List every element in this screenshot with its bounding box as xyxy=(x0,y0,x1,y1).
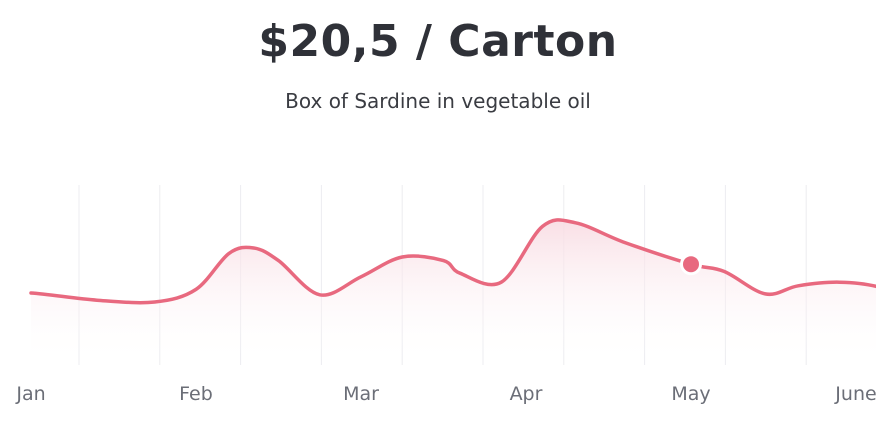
x-tick-label: June xyxy=(834,383,876,405)
x-tick-label: Apr xyxy=(510,383,543,405)
x-tick-label: Feb xyxy=(179,383,213,405)
price-chart-card: $20,5 / Carton Box of Sardine in vegetab… xyxy=(0,0,876,424)
highlight-point[interactable] xyxy=(683,256,699,273)
x-tick-label: Mar xyxy=(343,383,379,405)
x-axis-ticks: Jan Feb Mar Apr May June xyxy=(15,383,876,405)
x-tick-label: Jan xyxy=(15,383,45,405)
price-history-chart: Jan Feb Mar Apr May June xyxy=(15,185,876,405)
area-fill xyxy=(31,219,876,365)
x-tick-label: May xyxy=(671,383,710,405)
data-points xyxy=(680,253,702,276)
